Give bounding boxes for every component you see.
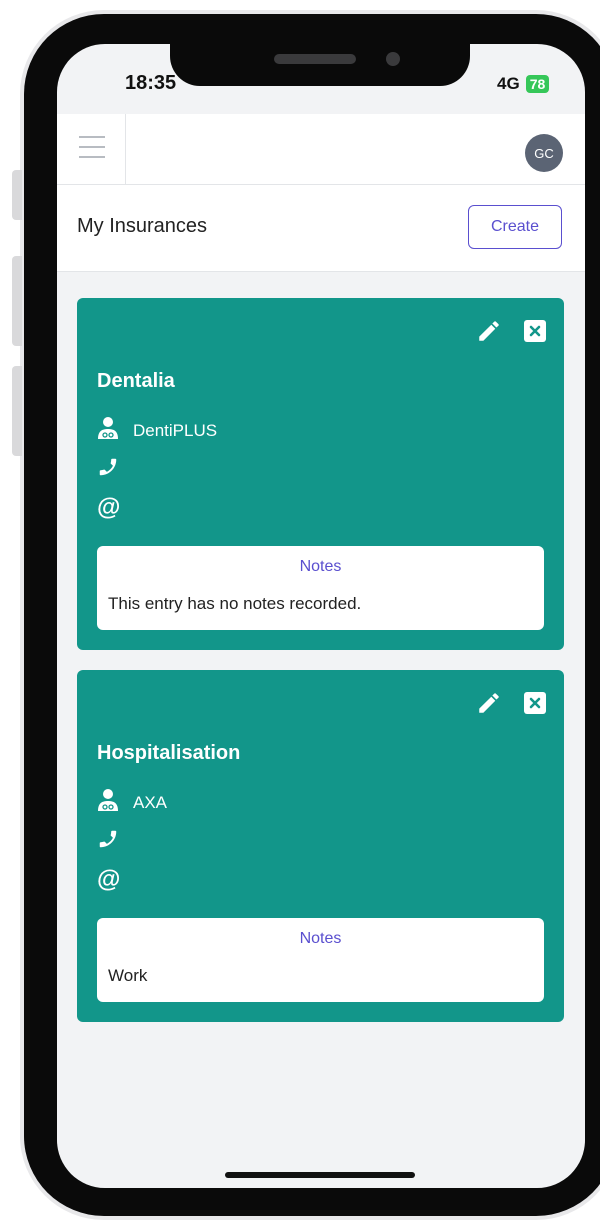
phone-row: [97, 456, 133, 483]
notch-speaker: [274, 54, 356, 64]
phone-row: [97, 828, 133, 855]
provider-row: DentiPLUS: [97, 416, 217, 445]
create-button[interactable]: Create: [468, 205, 562, 249]
phone-mute-switch: [12, 170, 22, 220]
hamburger-icon[interactable]: [79, 136, 105, 158]
page-header: My Insurances Create: [57, 185, 585, 272]
insurance-card: Hospitalisation AXA @ Notes Work: [77, 670, 564, 1022]
close-square-icon[interactable]: [524, 320, 546, 342]
provider-name: AXA: [133, 792, 168, 812]
phone-screen: 18:35 4G 78 GC My Insurances Create Dent…: [57, 44, 585, 1188]
avatar[interactable]: GC: [525, 134, 563, 172]
provider-name: DentiPLUS: [133, 420, 218, 440]
notch-camera: [386, 52, 400, 66]
phone-notch: [170, 14, 470, 86]
notes-label: Notes: [299, 558, 342, 575]
phone-icon: [97, 456, 119, 483]
notes-box: Notes Work: [97, 918, 544, 1002]
notes-text: This entry has no notes recorded.: [108, 594, 362, 613]
phone-volume-down: [12, 366, 22, 456]
email-row: @: [97, 868, 134, 892]
page-title: My Insurances: [77, 215, 208, 237]
provider-row: AXA: [97, 788, 167, 817]
battery-badge: 78: [525, 75, 550, 93]
status-indicators: 4G 78: [497, 74, 550, 94]
notes-label: Notes: [299, 930, 342, 947]
insurance-card: Dentalia DentiPLUS @ Notes This entry ha…: [77, 298, 564, 650]
phone-icon: [97, 828, 119, 855]
user-doctor-icon: [97, 416, 119, 445]
close-square-icon[interactable]: [524, 692, 546, 714]
pencil-icon[interactable]: [476, 318, 502, 344]
user-doctor-icon: [97, 788, 119, 817]
header-divider: [125, 114, 126, 184]
home-indicator: [225, 1172, 415, 1178]
notes-box: Notes This entry has no notes recorded.: [97, 546, 544, 630]
status-time: 18:35: [125, 72, 177, 94]
app-header: GC: [57, 114, 585, 185]
notes-text: Work: [108, 966, 148, 985]
email-row: @: [97, 496, 134, 520]
card-title: Hospitalisation: [97, 742, 241, 764]
phone-volume-up: [12, 256, 22, 346]
at-icon: @: [97, 866, 121, 893]
card-actions: [476, 318, 546, 344]
network-label: 4G: [497, 74, 520, 93]
card-actions: [476, 690, 546, 716]
card-title: Dentalia: [97, 370, 175, 392]
pencil-icon[interactable]: [476, 690, 502, 716]
at-icon: @: [97, 494, 121, 521]
